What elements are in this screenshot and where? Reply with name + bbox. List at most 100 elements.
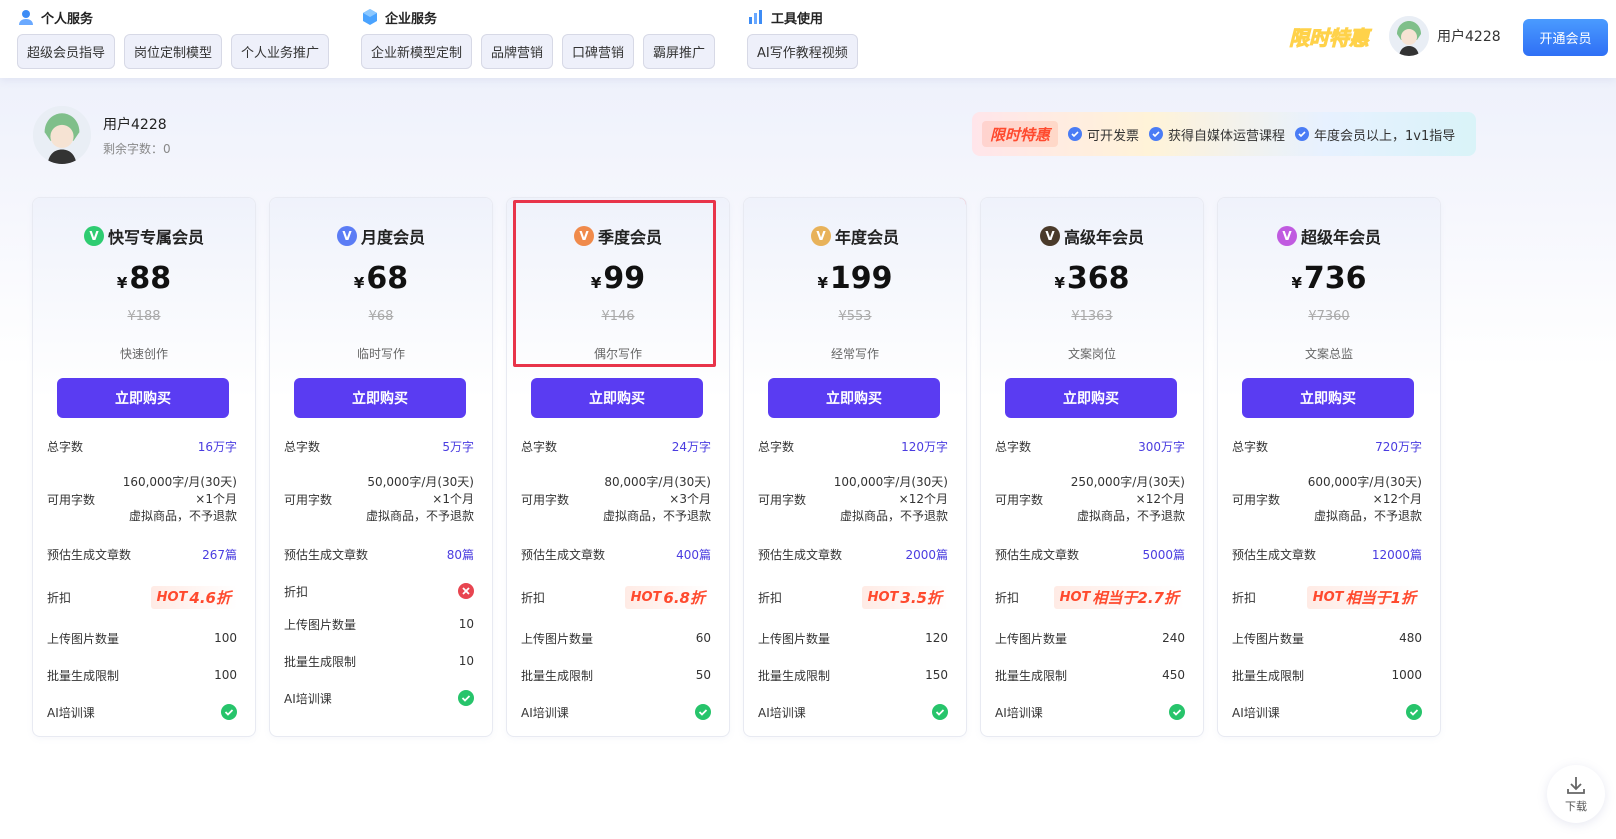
nav-item-brand-marketing[interactable]: 品牌营销 bbox=[481, 34, 554, 69]
row-discount: 折扣 HOT 3.5折 bbox=[758, 584, 948, 610]
row-ai-training: AI培训课 bbox=[521, 702, 711, 722]
tool-usage-title: 工具使用 bbox=[747, 8, 858, 27]
enterprise-service-title: 企业服务 bbox=[361, 8, 715, 27]
available-per-month: 50,000字/月(30天) bbox=[367, 474, 474, 489]
buy-now-button[interactable]: 立即购买 bbox=[768, 378, 940, 418]
batch-value: 1000 bbox=[1391, 668, 1422, 682]
plan-title: V 快写专属会员 bbox=[33, 224, 255, 248]
top-user-info[interactable]: 用户4228 bbox=[1389, 16, 1501, 56]
plan-card[interactable]: V 高级年会员 ¥368 ¥1363 文案岗位 立即购买 总字数 300万字 可用… bbox=[980, 197, 1204, 737]
price-value: 368 bbox=[1066, 261, 1130, 296]
row-available-words: 可用字数 600,000字/月(30天) ×12个月 虚拟商品，不予退款 bbox=[1232, 472, 1422, 526]
articles-value: 12000篇 bbox=[1371, 547, 1422, 562]
row-articles: 预估生成文章数 267篇 bbox=[47, 544, 237, 564]
row-available-words: 可用字数 50,000字/月(30天) ×1个月 虚拟商品，不予退款 bbox=[284, 472, 474, 526]
row-discount: 折扣 HOT 相当于1折 bbox=[1232, 584, 1422, 610]
top-user-name: 用户4228 bbox=[1437, 29, 1501, 45]
original-price: ¥1363 bbox=[1071, 309, 1113, 324]
nav-item-screen-promotion[interactable]: 霸屏推广 bbox=[643, 34, 716, 69]
row-label: AI培训课 bbox=[284, 691, 332, 706]
buy-now-button[interactable]: 立即购买 bbox=[531, 378, 703, 418]
row-total-words: 总字数 720万字 bbox=[1232, 436, 1422, 456]
row-total-words: 总字数 300万字 bbox=[995, 436, 1185, 456]
nav-item-personal-promotion[interactable]: 个人业务推广 bbox=[231, 34, 330, 69]
row-label: 批量生成限制 bbox=[284, 654, 357, 669]
hot-flame-icon: HOT bbox=[630, 589, 662, 605]
plan-card-header: V 快写专属会员 ¥88 ¥188 快速创作 立即购买 bbox=[33, 198, 255, 418]
plan-features: 总字数 120万字 可用字数 100,000字/月(30天) ×12个月 虚拟商品，不… bbox=[758, 430, 948, 722]
limited-offer-logo: 限时特惠 bbox=[1289, 26, 1373, 51]
nav-item-wom-marketing[interactable]: 口碑营销 bbox=[562, 34, 635, 69]
nav-item-position-custom-model[interactable]: 岗位定制模型 bbox=[124, 34, 223, 69]
batch-value: 50 bbox=[695, 668, 711, 682]
row-label: 折扣 bbox=[284, 584, 309, 599]
nav-item-enterprise-model[interactable]: 企业新模型定制 bbox=[361, 34, 473, 69]
avatar-icon bbox=[1389, 16, 1429, 56]
open-vip-button[interactable]: 开通会员 bbox=[1523, 19, 1608, 56]
row-label: 上传图片数量 bbox=[995, 631, 1068, 646]
total-words-value: 720万字 bbox=[1375, 439, 1422, 454]
currency-symbol: ¥ bbox=[590, 274, 602, 292]
vip-badge-icon: V bbox=[83, 226, 104, 246]
row-label: 折扣 bbox=[758, 590, 783, 605]
total-words-value: 16万字 bbox=[197, 439, 237, 454]
refund-note: 虚拟商品，不予退款 bbox=[1076, 508, 1185, 523]
buy-now-button[interactable]: 立即购买 bbox=[294, 378, 466, 418]
available-per-month: 80,000字/月(30天) bbox=[604, 474, 711, 489]
currency-symbol: ¥ bbox=[817, 274, 828, 292]
check-circle-icon bbox=[1169, 704, 1185, 720]
plan-title-label: 快写专属会员 bbox=[107, 228, 204, 247]
buy-now-button[interactable]: 立即购买 bbox=[1005, 378, 1177, 418]
plan-card-header: V 高级年会员 ¥368 ¥1363 文案岗位 立即购买 bbox=[981, 198, 1203, 418]
row-upload-images: 上传图片数量 480 bbox=[1232, 628, 1422, 648]
buy-now-button[interactable]: 立即购买 bbox=[1242, 378, 1414, 418]
available-per-month: 100,000字/月(30天) bbox=[833, 474, 948, 489]
plan-card-header: V 季度会员 ¥99 ¥146 偶尔写作 立即购买 bbox=[507, 198, 729, 418]
plan-card[interactable]: V 月度会员 ¥68 ¥68 临时写作 立即购买 总字数 5万字 可用字数 50,… bbox=[269, 197, 493, 737]
row-label: 总字数 bbox=[284, 439, 321, 454]
discount-value: 3.5折 bbox=[900, 588, 942, 607]
price-value: 736 bbox=[1303, 261, 1367, 296]
row-label: 总字数 bbox=[521, 439, 558, 454]
row-label: 总字数 bbox=[1232, 439, 1269, 454]
nav-item-ai-tutorial-video[interactable]: AI写作教程视频 bbox=[747, 34, 858, 69]
refund-note: 虚拟商品，不予退款 bbox=[365, 508, 474, 523]
available-per-month: 250,000字/月(30天) bbox=[1070, 474, 1185, 489]
row-label: 折扣 bbox=[47, 590, 72, 605]
plan-title: V 年度会员 bbox=[744, 224, 966, 248]
cross-circle-icon bbox=[458, 583, 474, 599]
plan-card[interactable]: V 季度会员 ¥99 ¥146 偶尔写作 立即购买 总字数 24万字 可用字数 8… bbox=[506, 197, 730, 737]
benefit-banner: 限时特惠 可开发票 获得自媒体运营课程 年度会员以上，1v1指导 bbox=[972, 112, 1476, 156]
available-months: ×12个月 bbox=[898, 491, 948, 506]
plan-card[interactable]: V 超级年会员 ¥736 ¥7360 文案总监 立即购买 总字数 720万字 可用… bbox=[1217, 197, 1441, 737]
download-button[interactable]: 下载 bbox=[1547, 765, 1605, 823]
plan-card[interactable]: 🔥最多人买 V 年度会员 ¥199 ¥553 经常写作 立即购买 总字数120万… bbox=[743, 197, 967, 737]
refund-note: 虚拟商品，不予退款 bbox=[1313, 508, 1422, 523]
available-per-month: 600,000字/月(30天) bbox=[1307, 474, 1422, 489]
row-label: AI培训课 bbox=[47, 705, 95, 720]
buy-now-button[interactable]: 立即购买 bbox=[57, 378, 229, 418]
row-discount: 折扣 HOT 相当于2.7折 bbox=[995, 584, 1185, 610]
plan-features: 总字数 24万字 可用字数 80,000字/月(30天) ×3个月 虚拟商品，不予退款… bbox=[521, 430, 711, 722]
group-title-label: 个人服务 bbox=[41, 11, 94, 27]
discount-hot-badge: HOT 6.8折 bbox=[624, 585, 711, 609]
plan-card[interactable]: V 快写专属会员 ¥88 ¥188 快速创作 立即购买 总字数 16万字 可用字数… bbox=[32, 197, 256, 737]
group-title-label: 工具使用 bbox=[771, 11, 824, 27]
original-price: ¥68 bbox=[368, 309, 394, 324]
plan-description: 偶尔写作 bbox=[593, 347, 642, 361]
plan-description: 文案岗位 bbox=[1067, 347, 1116, 361]
person-service-icon bbox=[19, 10, 33, 25]
batch-value: 10 bbox=[458, 654, 474, 668]
total-words-value: 120万字 bbox=[901, 439, 948, 454]
discount-value: 6.8折 bbox=[663, 588, 705, 607]
nav-item-super-member-guide[interactable]: 超级会员指导 bbox=[17, 34, 116, 69]
download-icon bbox=[1567, 777, 1585, 794]
articles-value: 5000篇 bbox=[1142, 547, 1185, 562]
benefit-item: 年度会员以上，1v1指导 bbox=[1295, 125, 1455, 144]
original-price: ¥146 bbox=[601, 309, 635, 324]
profile-header: 用户4228 剩余字数：0 bbox=[33, 106, 171, 164]
plan-title: V 季度会员 bbox=[507, 224, 729, 248]
plan-features: 总字数 5万字 可用字数 50,000字/月(30天) ×1个月 虚拟商品，不予退款 … bbox=[284, 430, 474, 708]
row-label: 批量生成限制 bbox=[47, 668, 120, 683]
row-available-words: 可用字数 80,000字/月(30天) ×3个月 虚拟商品，不予退款 bbox=[521, 472, 711, 526]
